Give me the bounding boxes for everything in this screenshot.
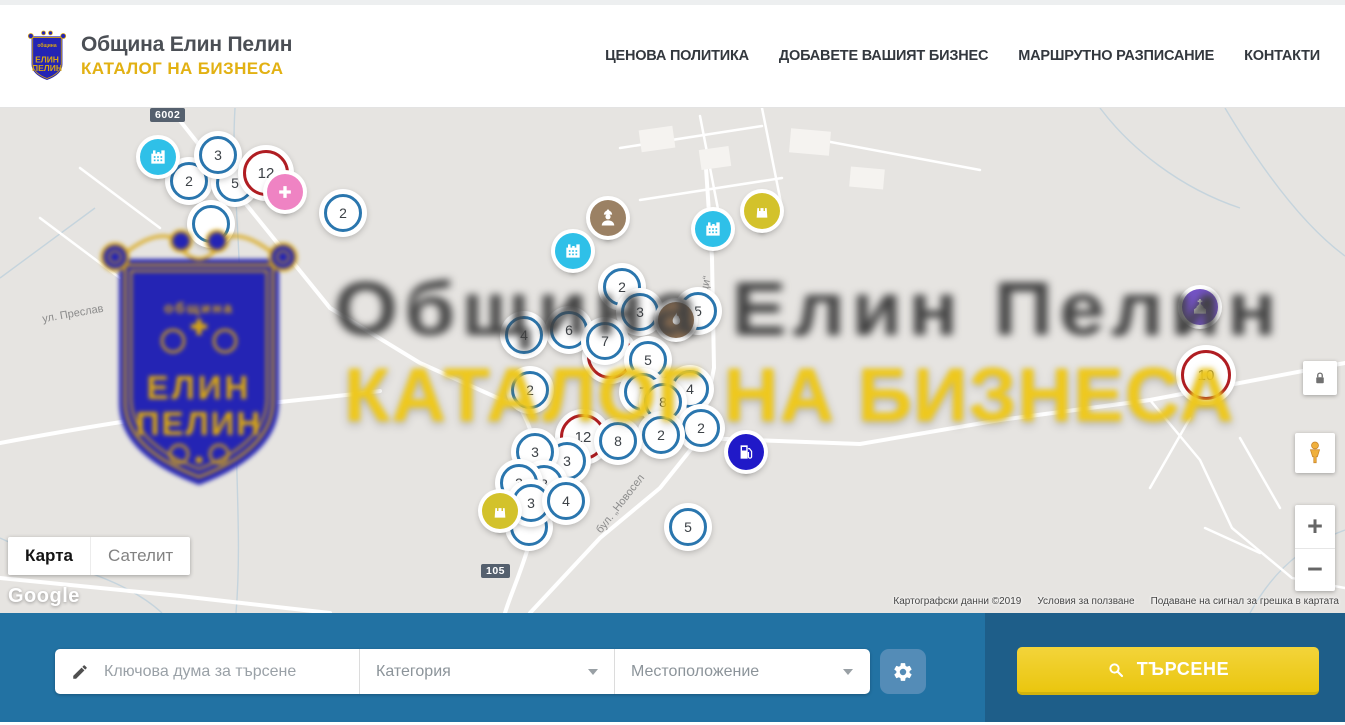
cluster-count: 4 <box>562 493 570 509</box>
site-logo[interactable]: община ЕЛИН ПЕЛИН Община Елин Пелин КАТА… <box>25 26 292 86</box>
cluster-count: 3 <box>563 453 571 469</box>
lock-icon <box>1311 369 1329 387</box>
map-pin-worker[interactable] <box>590 200 626 236</box>
svg-text:община: община <box>37 42 56 49</box>
map-canvas[interactable]: 2531222351364752478221283383345106002105… <box>0 108 1345 613</box>
road-badge: 105 <box>481 564 510 578</box>
svg-text:ПЕЛИН: ПЕЛИН <box>136 405 262 442</box>
chevron-down-icon <box>588 669 598 675</box>
map-type-map-button[interactable]: Карта <box>8 537 90 575</box>
site-title: Община Елин Пелин <box>81 33 292 57</box>
search-controls-strip: Категория Местоположение <box>55 649 870 694</box>
pencil-icon <box>71 663 89 681</box>
site-subtitle: КАТАЛОГ НА БИЗНЕСА <box>81 59 292 79</box>
cluster-count: 3 <box>214 147 222 163</box>
cluster-count: 3 <box>527 495 535 511</box>
search-icon <box>1107 661 1125 679</box>
pegman-control[interactable] <box>1295 433 1335 473</box>
search-bar: Категория Местоположение ТЪРСЕНЕ <box>0 613 1345 722</box>
map-cluster[interactable]: 2 <box>324 194 362 232</box>
map-attribution: Картографски данни ©2019 Условия за полз… <box>893 596 1339 607</box>
search-button[interactable]: ТЪРСЕНЕ <box>1017 647 1319 695</box>
factory-icon <box>695 211 731 247</box>
svg-text:ПЕЛИН: ПЕЛИН <box>32 63 62 73</box>
location-select[interactable]: Местоположение <box>614 649 869 694</box>
map-cluster[interactable]: 3 <box>199 136 237 174</box>
street-label: бул. „Новосел <box>594 472 647 535</box>
gear-icon <box>892 661 914 683</box>
main-nav: ЦЕНОВА ПОЛИТИКА ДОБАВЕТЕ ВАШИЯТ БИЗНЕС М… <box>605 48 1320 64</box>
attribution-copyright: Картографски данни ©2019 <box>893 596 1021 607</box>
header: община ЕЛИН ПЕЛИН Община Елин Пелин КАТА… <box>0 5 1345 108</box>
svg-text:община: община <box>164 300 234 317</box>
attribution-report-link[interactable]: Подаване на сигнал за грешка в картата <box>1151 596 1339 607</box>
map-cluster[interactable]: 5 <box>669 508 707 546</box>
watermark-subtitle: КАТАЛОГ НА БИЗНЕСА <box>344 352 1235 439</box>
map-type-satellite-button[interactable]: Сателит <box>90 537 190 575</box>
nav-item-bus-schedule[interactable]: МАРШРУТНО РАЗПИСАНИЕ <box>1018 48 1214 64</box>
cluster-count: 5 <box>231 175 239 191</box>
map-cluster[interactable]: 4 <box>547 482 585 520</box>
pegman-icon <box>1302 440 1328 466</box>
nav-item-add-business[interactable]: ДОБАВЕТЕ ВАШИЯТ БИЗНЕС <box>779 48 988 64</box>
location-select-value: Местоположение <box>631 663 759 681</box>
category-select-value: Категория <box>376 663 451 681</box>
category-select[interactable]: Категория <box>359 649 614 694</box>
zoom-in-button[interactable]: + <box>1295 505 1335 548</box>
svg-text:ЕЛИН: ЕЛИН <box>35 54 59 64</box>
attribution-terms-link[interactable]: Условия за ползване <box>1037 596 1134 607</box>
worker-icon <box>590 200 626 236</box>
plus-icon <box>267 174 303 210</box>
municipality-crest-icon: община ЕЛИН ПЕЛИН <box>25 26 69 86</box>
map-pin-bag[interactable] <box>744 193 780 229</box>
bag-icon <box>482 493 518 529</box>
road-badge: 6002 <box>150 108 185 122</box>
map-pin-bag[interactable] <box>482 493 518 529</box>
google-logo[interactable]: Google <box>8 585 80 608</box>
lock-button[interactable] <box>1303 361 1337 395</box>
map-pin-fuel[interactable] <box>728 434 764 470</box>
keyword-field-wrapper <box>55 649 359 694</box>
map-pin-factory[interactable] <box>695 211 731 247</box>
cluster-count: 5 <box>684 519 692 535</box>
map-pin-factory[interactable] <box>140 139 176 175</box>
cluster-count: 3 <box>531 444 539 460</box>
nav-item-pricing[interactable]: ЦЕНОВА ПОЛИТИКА <box>605 48 749 64</box>
nav-item-contacts[interactable]: КОНТАКТИ <box>1244 48 1320 64</box>
cluster-count: 2 <box>185 173 193 189</box>
chevron-down-icon <box>843 669 853 675</box>
watermark-crest: община ЕЛИН ПЕЛИН <box>85 213 313 508</box>
map-pin-factory[interactable] <box>555 233 591 269</box>
bag-icon <box>744 193 780 229</box>
keyword-search-input[interactable] <box>102 662 336 682</box>
factory-icon <box>555 233 591 269</box>
factory-icon <box>140 139 176 175</box>
svg-text:ЕЛИН: ЕЛИН <box>147 369 252 406</box>
map-type-control: Карта Сателит <box>8 537 190 575</box>
map-pin-plus[interactable] <box>267 174 303 210</box>
advanced-settings-button[interactable] <box>880 649 926 694</box>
cluster-count: 2 <box>339 205 347 221</box>
fuel-icon <box>728 434 764 470</box>
zoom-control: + − <box>1295 505 1335 591</box>
search-button-label: ТЪРСЕНЕ <box>1137 659 1229 680</box>
watermark-title: Община Елин Пелин <box>334 266 1283 353</box>
zoom-out-button[interactable]: − <box>1295 548 1335 592</box>
